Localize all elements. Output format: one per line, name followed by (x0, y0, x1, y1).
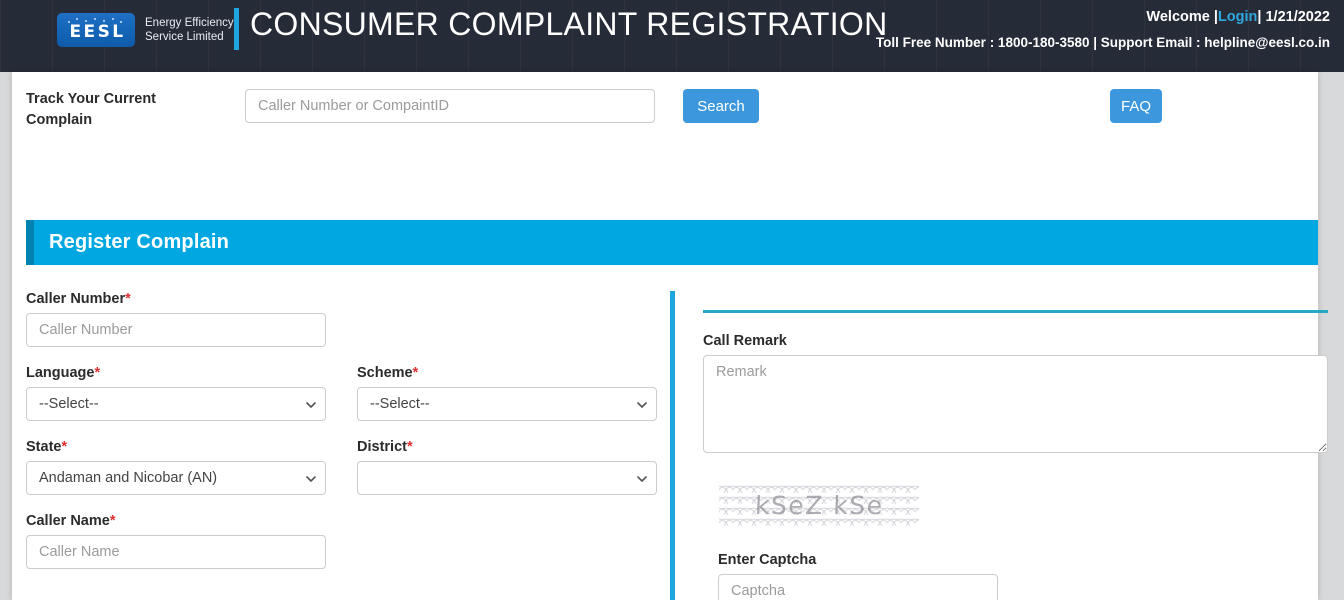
section-title: Register Complain (49, 231, 230, 253)
call-remark-textarea[interactable] (703, 355, 1328, 453)
language-label: Language* (26, 365, 101, 381)
register-complain-banner: Register Complain (26, 220, 1318, 265)
caller-number-input[interactable] (26, 313, 326, 347)
brand-subtitle: Energy Efficiency Service Limited (145, 16, 234, 44)
page-background: Track Your Current Complain Search FAQ R… (0, 72, 1344, 600)
state-label: State* (26, 439, 68, 455)
column-divider (670, 291, 675, 600)
captcha-input[interactable] (718, 574, 998, 600)
complaint-form: Caller Number* Language* --Select-- (12, 273, 1328, 600)
horizontal-rule (703, 310, 1328, 313)
welcome-line: Welcome |Login| 1/21/2022 (876, 9, 1330, 25)
captcha-image-text: kSeZ kSe (754, 490, 884, 520)
call-remark-label: Call Remark (703, 333, 787, 349)
required-asterisk: * (125, 291, 131, 307)
login-link[interactable]: Login (1218, 9, 1257, 25)
brand-subtitle-line1: Energy Efficiency (145, 17, 234, 29)
page-title: CONSUMER COMPLAINT REGISTRATION (250, 6, 888, 42)
track-search-input[interactable] (245, 89, 655, 123)
captcha-image: kSeZ kSe (719, 482, 919, 528)
enter-captcha-label: Enter Captcha (718, 552, 817, 568)
district-select[interactable] (357, 461, 657, 495)
field-call-remark: Call Remark (703, 333, 1328, 458)
field-enter-captcha: Enter Captcha (718, 552, 998, 600)
track-complaint-row: Track Your Current Complain Search FAQ (12, 72, 1318, 139)
header-divider (234, 8, 239, 50)
welcome-text: Welcome (1146, 9, 1214, 25)
field-district: District* (357, 439, 657, 495)
field-caller-name: Caller Name* (26, 513, 326, 569)
language-select[interactable]: --Select-- (26, 387, 326, 421)
state-select[interactable]: Andaman and Nicobar (AN) (26, 461, 326, 495)
required-asterisk: * (109, 513, 116, 529)
caller-name-input[interactable] (26, 535, 326, 569)
field-scheme: Scheme* --Select-- (357, 365, 657, 421)
required-asterisk: * (61, 439, 68, 455)
required-asterisk: * (406, 439, 413, 455)
search-button[interactable]: Search (683, 89, 759, 123)
scheme-select[interactable]: --Select-- (357, 387, 657, 421)
form-right-column: Call Remark kSeZ kSe Enter Captcha (691, 273, 1328, 600)
eesl-logo-icon: EESL (57, 13, 135, 47)
caller-number-label: Caller Number* (26, 291, 131, 307)
form-left-column: Caller Number* Language* --Select-- (12, 273, 670, 600)
field-state: State* Andaman and Nicobar (AN) (26, 439, 326, 495)
district-label: District* (357, 439, 413, 455)
field-language: Language* --Select-- (26, 365, 326, 421)
main-container: Track Your Current Complain Search FAQ R… (12, 72, 1328, 600)
header-user-area: Welcome |Login| 1/21/2022 Toll Free Numb… (876, 9, 1330, 50)
brand-logo: EESL Energy Efficiency Service Limited (57, 13, 234, 47)
site-header: EESL Energy Efficiency Service Limited C… (0, 0, 1344, 72)
faq-button[interactable]: FAQ (1110, 89, 1162, 123)
required-asterisk: * (94, 365, 101, 381)
brand-subtitle-line2: Service Limited (145, 31, 224, 43)
scheme-label: Scheme* (357, 365, 419, 381)
logo-stars-icon (66, 18, 124, 27)
current-date: 1/21/2022 (1261, 9, 1330, 25)
field-caller-number: Caller Number* (26, 291, 326, 347)
required-asterisk: * (412, 365, 419, 381)
track-complaint-label: Track Your Current Complain (26, 91, 157, 128)
contact-line: Toll Free Number : 1800-180-3580 | Suppo… (875, 35, 1330, 50)
caller-name-label: Caller Name* (26, 513, 116, 529)
